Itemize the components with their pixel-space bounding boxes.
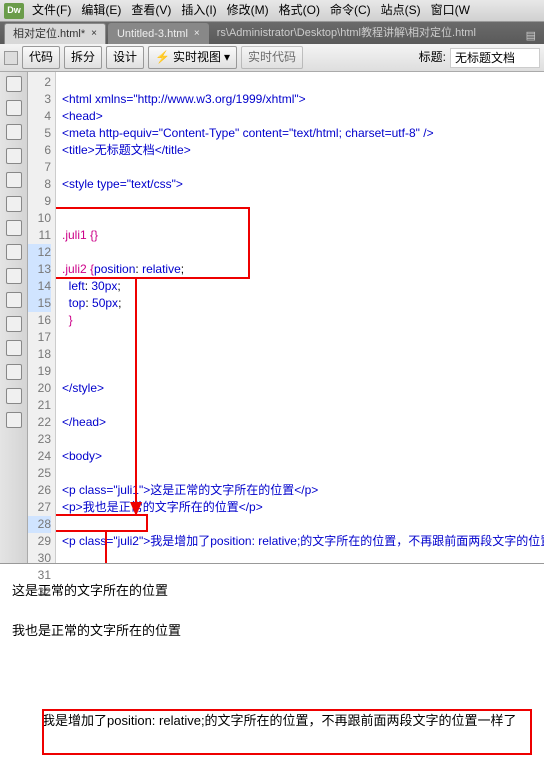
menu-bar: Dw 文件(F) 编辑(E) 查看(V) 插入(I) 修改(M) 格式(O) 命… (0, 0, 544, 22)
tool-icon[interactable] (6, 244, 22, 260)
menu-format[interactable]: 格式(O) (279, 2, 320, 19)
menu-modify[interactable]: 修改(M) (227, 2, 269, 19)
tool-icon[interactable] (6, 172, 22, 188)
tool-icon[interactable] (6, 340, 22, 356)
design-view-button[interactable]: 设计 (106, 46, 144, 69)
tool-icon[interactable] (6, 100, 22, 116)
menu-site[interactable]: 站点(S) (381, 2, 421, 19)
tool-icon[interactable] (6, 316, 22, 332)
tab-label: 相对定位.html* (13, 27, 85, 42)
menu-command[interactable]: 命令(C) (330, 2, 371, 19)
tool-icon[interactable] (6, 388, 22, 404)
btn-label: 设计 (113, 49, 137, 66)
doc-menu-icon[interactable]: ▤ (522, 29, 540, 44)
btn-label: 代码 (29, 49, 53, 66)
code-view-button[interactable]: 代码 (22, 46, 60, 69)
btn-label: 实时代码 (248, 49, 296, 66)
left-toolbar (0, 72, 28, 563)
tool-icon[interactable] (4, 51, 18, 65)
tool-icon[interactable] (6, 292, 22, 308)
tool-icon[interactable] (6, 364, 22, 380)
editor-area: 2345678910111213141516171819202122232425… (0, 72, 544, 564)
preview-paragraph: 我也是正常的文字所在的位置 (12, 622, 532, 640)
close-icon[interactable]: × (194, 27, 200, 41)
menu-window[interactable]: 窗口(W (431, 2, 470, 19)
menu-insert[interactable]: 插入(I) (181, 2, 216, 19)
tool-icon[interactable] (6, 268, 22, 284)
code-editor[interactable]: <html xmlns="http://www.w3.org/1999/xhtm… (56, 72, 544, 563)
tab-active[interactable]: 相对定位.html* × (4, 23, 106, 44)
tool-icon[interactable] (6, 196, 22, 212)
annotation-box (42, 709, 532, 755)
annotation-box (56, 514, 148, 532)
document-tabs: 相对定位.html* × Untitled-3.html × rs\Administ… (0, 22, 544, 44)
app-logo: Dw (4, 3, 24, 19)
tab-label: Untitled-3.html (117, 27, 188, 42)
breadcrumb: rs\Administrator\Desktop\html教程讲解\相对定位.h… (211, 23, 522, 44)
preview-paragraph: 这是正常的文字所在的位置 (12, 582, 532, 600)
btn-label: 实时视图 (173, 49, 221, 66)
tab-inactive[interactable]: Untitled-3.html × (108, 23, 209, 44)
tool-icon[interactable] (6, 148, 22, 164)
design-preview[interactable]: 这是正常的文字所在的位置 我也是正常的文字所在的位置 我是增加了position… (0, 564, 544, 781)
view-toolbar: 代码 拆分 设计 ⚡实时视图▾ 实时代码 标题: (0, 44, 544, 72)
menu-file[interactable]: 文件(F) (32, 2, 71, 19)
tool-icon[interactable] (6, 412, 22, 428)
bolt-icon: ⚡ (155, 49, 170, 66)
close-icon[interactable]: × (91, 27, 97, 41)
tool-icon[interactable] (6, 76, 22, 92)
live-code-button: 实时代码 (241, 46, 303, 69)
tool-icon[interactable] (6, 124, 22, 140)
split-view-button[interactable]: 拆分 (64, 46, 102, 69)
menu-edit[interactable]: 编辑(E) (81, 2, 121, 19)
title-input[interactable] (450, 48, 540, 68)
menu-view[interactable]: 查看(V) (131, 2, 171, 19)
tool-icon[interactable] (6, 220, 22, 236)
live-view-button[interactable]: ⚡实时视图▾ (148, 46, 237, 69)
chevron-down-icon: ▾ (224, 49, 230, 66)
btn-label: 拆分 (71, 49, 95, 66)
title-label: 标题: (419, 49, 446, 66)
line-numbers: 2345678910111213141516171819202122232425… (28, 72, 56, 563)
